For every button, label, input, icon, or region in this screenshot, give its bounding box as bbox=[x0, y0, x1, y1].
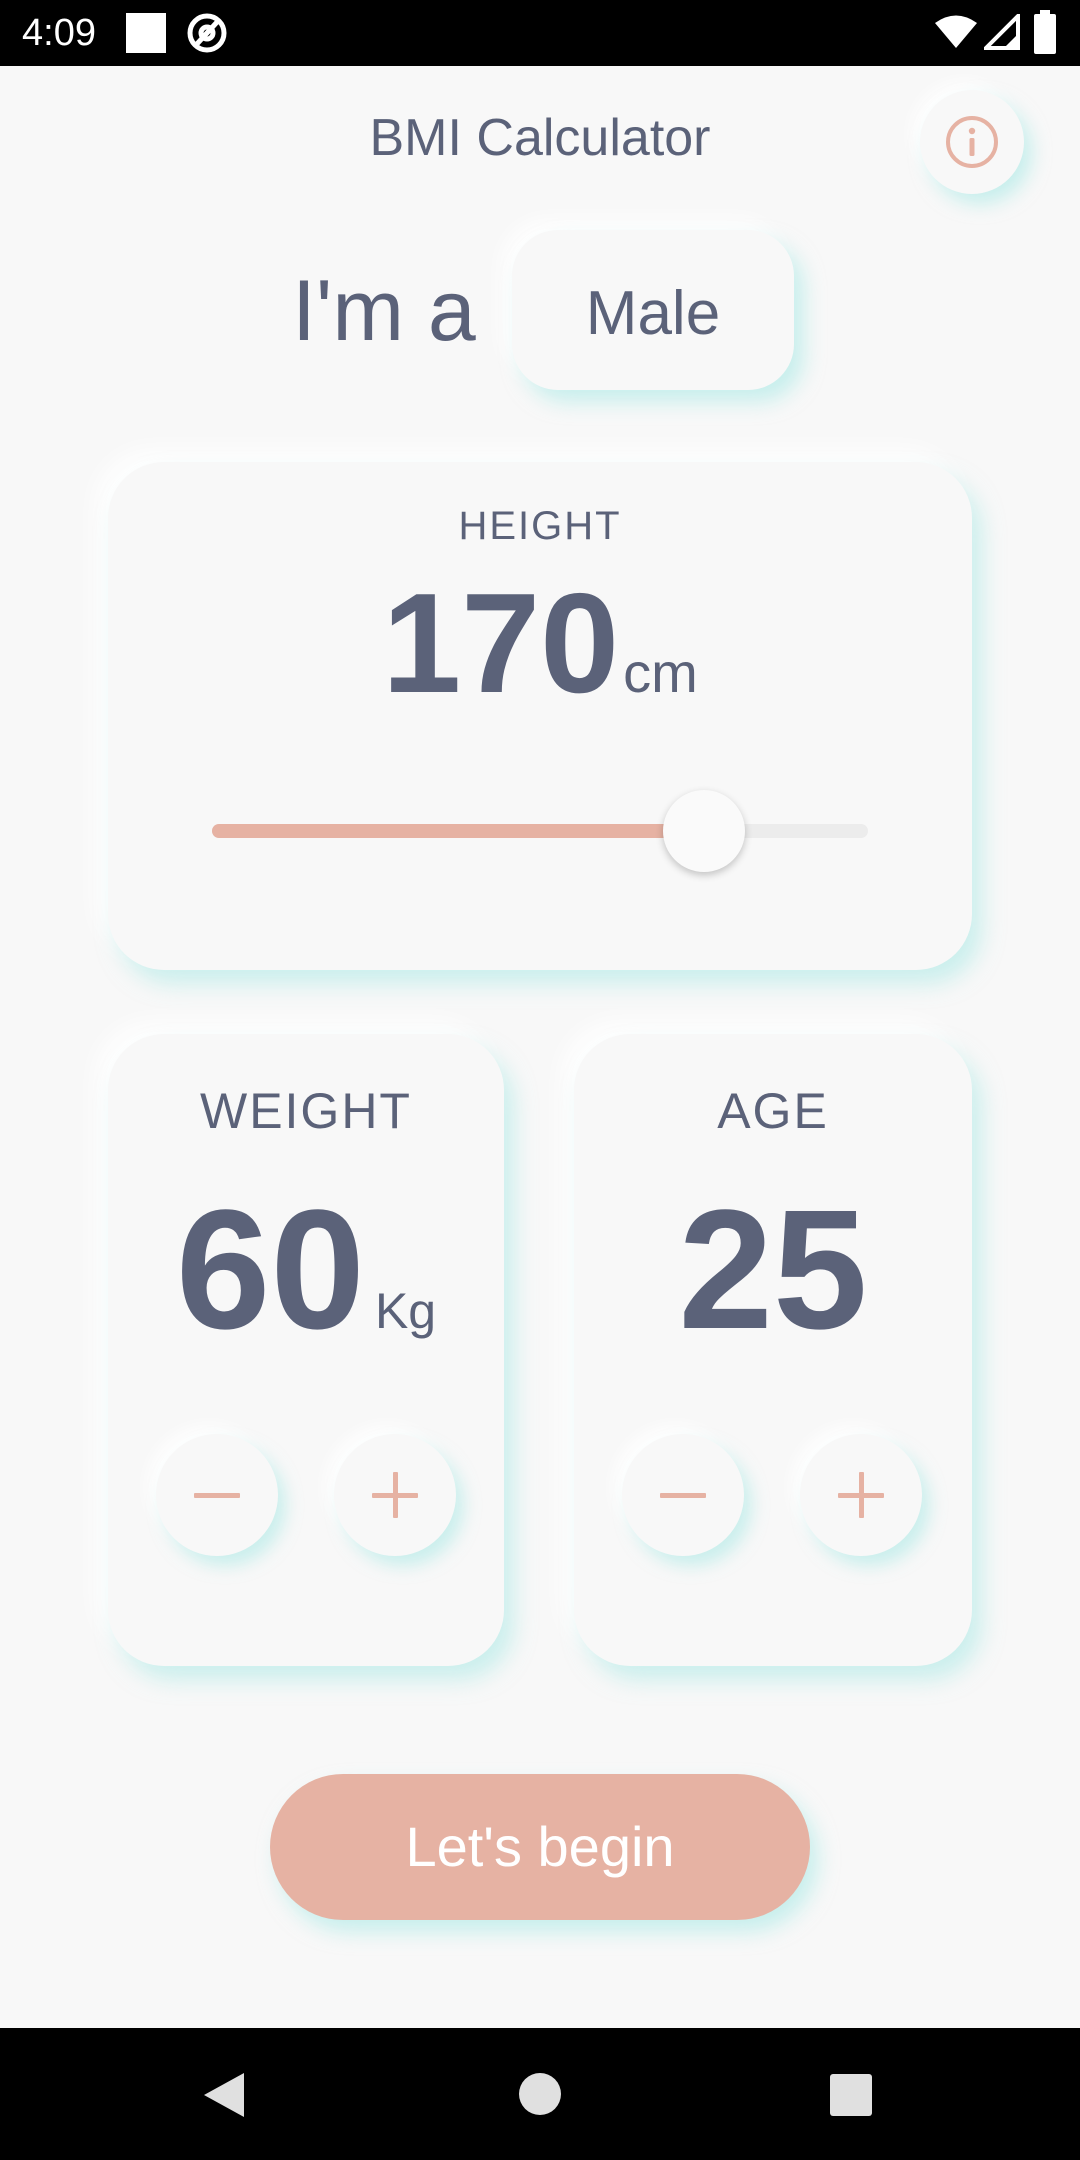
age-value: 25 bbox=[678, 1175, 868, 1365]
weight-value-row: 60 Kg bbox=[108, 1172, 504, 1368]
weight-decrement-button[interactable] bbox=[156, 1434, 278, 1556]
plus-icon bbox=[372, 1472, 418, 1518]
gender-toggle-button[interactable]: Male bbox=[512, 230, 794, 390]
height-slider-fill bbox=[212, 824, 704, 838]
gender-value: Male bbox=[585, 279, 721, 348]
height-value-row: 170cm bbox=[108, 562, 972, 726]
home-icon[interactable] bbox=[518, 2072, 562, 2116]
info-icon bbox=[946, 116, 998, 168]
wifi-icon bbox=[935, 15, 977, 48]
age-increment-button[interactable] bbox=[800, 1434, 922, 1556]
gender-prefix-label: I'm a bbox=[292, 263, 476, 359]
back-icon[interactable] bbox=[200, 2070, 248, 2120]
age-card: AGE 25 bbox=[574, 1034, 972, 1666]
weight-unit: Kg bbox=[374, 1283, 437, 1339]
weight-label: WEIGHT bbox=[200, 1083, 412, 1139]
age-value-row: 25 bbox=[574, 1172, 972, 1368]
weight-value: 60 bbox=[175, 1175, 365, 1365]
notification-square-icon bbox=[126, 13, 166, 53]
status-bar: 4:09 bbox=[0, 0, 1080, 66]
height-card: HEIGHT 170cm bbox=[108, 462, 972, 970]
height-slider-thumb[interactable] bbox=[663, 790, 745, 872]
battery-icon bbox=[1034, 10, 1056, 54]
height-slider[interactable] bbox=[212, 790, 868, 872]
begin-button-label: Let's begin bbox=[405, 1815, 675, 1878]
recents-icon[interactable] bbox=[830, 2074, 872, 2116]
weight-card: WEIGHT 60 Kg bbox=[108, 1034, 504, 1666]
height-label: HEIGHT bbox=[458, 504, 622, 548]
signal-icon bbox=[984, 14, 1020, 50]
age-label: AGE bbox=[717, 1083, 829, 1139]
at-sign-icon bbox=[187, 13, 227, 53]
navigation-bar bbox=[0, 2028, 1080, 2160]
page-title: BMI Calculator bbox=[369, 109, 711, 167]
weight-increment-button[interactable] bbox=[334, 1434, 456, 1556]
minus-icon bbox=[660, 1493, 706, 1498]
height-value: 170 bbox=[382, 564, 620, 723]
plus-icon bbox=[838, 1472, 884, 1518]
info-button[interactable] bbox=[920, 90, 1024, 194]
minus-icon bbox=[194, 1493, 240, 1498]
status-time: 4:09 bbox=[22, 12, 96, 54]
age-decrement-button[interactable] bbox=[622, 1434, 744, 1556]
height-unit: cm bbox=[623, 641, 698, 704]
screen: 4:09 BMI Calculator I'm a Male HEIGHT 17… bbox=[0, 0, 1080, 2160]
begin-button[interactable]: Let's begin bbox=[270, 1774, 810, 1920]
